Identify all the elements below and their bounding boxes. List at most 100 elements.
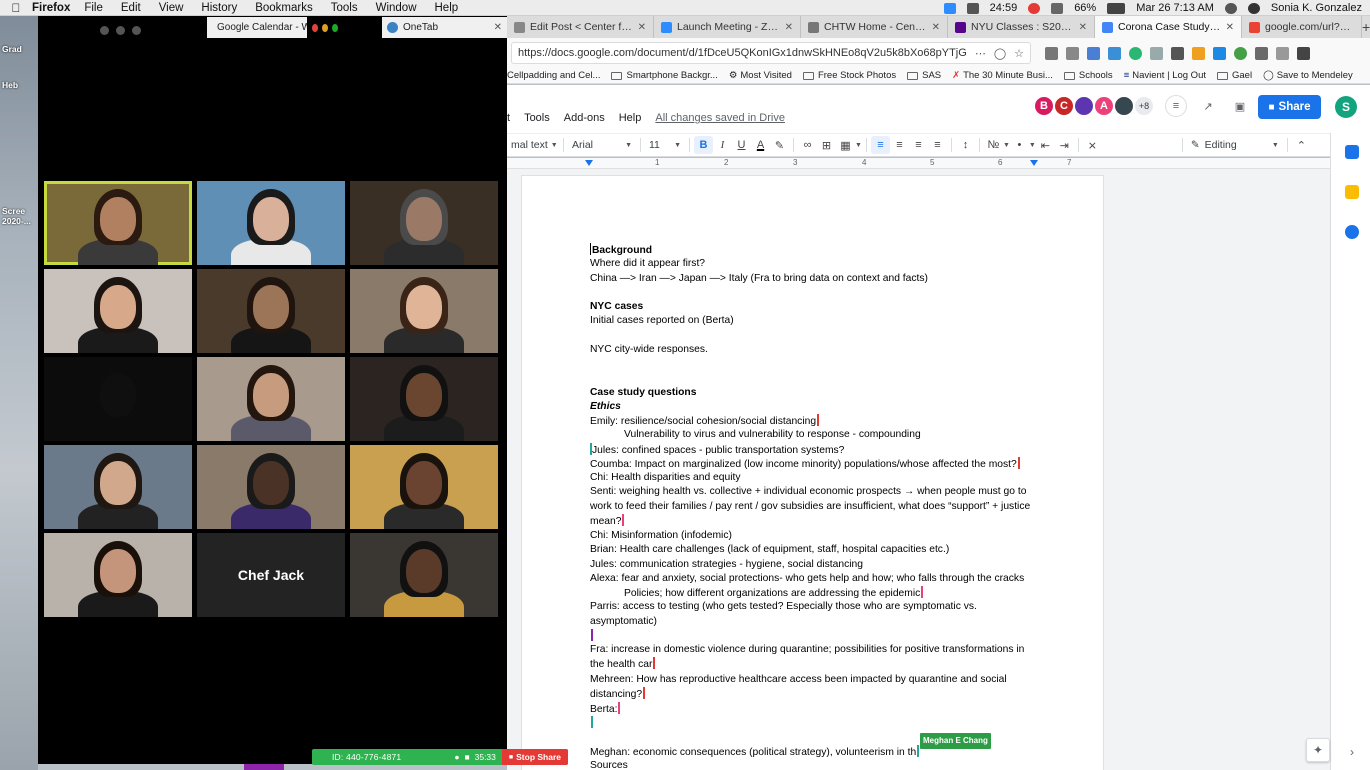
italic-icon[interactable]: I — [713, 136, 732, 154]
chevron-down-icon[interactable]: ▼ — [1029, 142, 1036, 149]
docs-menu-tools[interactable]: Tools — [524, 112, 550, 124]
lock-icon[interactable]: ■ — [464, 752, 469, 762]
document-line[interactable]: Chi: Health disparities and equity — [590, 471, 1040, 485]
avatar[interactable]: B — [1033, 95, 1055, 117]
tab-launch-meeting-zoom[interactable]: Launch Meeting - Zoom ✕ — [654, 16, 801, 38]
document-line[interactable]: Where did it appear first? — [590, 257, 1040, 271]
document-line[interactable]: Brian: Health care challenges (lack of e… — [590, 543, 1040, 557]
mic-icon[interactable]: ● — [454, 752, 459, 762]
numbered-list-icon[interactable]: № — [984, 136, 1003, 154]
stop-share-button[interactable]: ■ Stop Share — [501, 749, 568, 765]
desktop-label-heb[interactable]: Heb — [2, 80, 18, 90]
bookmark-free-stock-photos[interactable]: Free Stock Photos — [802, 70, 896, 81]
menu-history[interactable]: History — [201, 2, 237, 14]
document-line[interactable]: Senti: weighing health vs. collective + … — [590, 485, 1040, 529]
tab-close-icon[interactable]: ✕ — [1079, 22, 1087, 33]
battery-icon[interactable] — [1107, 2, 1126, 14]
tab-close-icon[interactable]: ✕ — [638, 22, 646, 33]
desktop-label-screenshot-date[interactable]: 2020-... — [2, 216, 31, 226]
participant-tile[interactable]: Chef Jack — [197, 533, 345, 617]
zoom-window-icon[interactable] — [132, 25, 141, 35]
apple-icon[interactable]:  — [0, 1, 32, 15]
text-color-icon[interactable]: A — [751, 136, 770, 154]
participant-tile[interactable] — [197, 269, 345, 353]
menu-bookmarks[interactable]: Bookmarks — [255, 2, 313, 14]
menu-window[interactable]: Window — [376, 2, 417, 14]
battery-percent[interactable]: 66% — [1074, 2, 1096, 14]
tab-close-icon[interactable]: ✕ — [494, 22, 502, 33]
participant-tile[interactable] — [44, 181, 192, 265]
editing-mode-select[interactable]: ✎ Editing ▼ — [1187, 133, 1283, 157]
tab-google-calendar[interactable]: Google Calendar - W — [207, 17, 307, 38]
blank-line[interactable] — [590, 329, 1040, 343]
menu-hamburger-icon[interactable] — [1297, 46, 1310, 60]
right-indent-marker-icon[interactable] — [1030, 160, 1038, 166]
url-bar[interactable]: https://docs.google.com/document/d/1fDce… — [511, 42, 1031, 64]
more-collaborators-badge[interactable]: +8 — [1133, 95, 1155, 117]
docs-menu-help[interactable]: Help — [619, 112, 642, 124]
bookmark-gael[interactable]: Gael — [1217, 70, 1252, 81]
extension-icon[interactable] — [1129, 46, 1142, 60]
document-line[interactable]: Meghan: economic consequences (political… — [590, 732, 1040, 759]
participant-tile[interactable] — [350, 269, 498, 353]
bookmark-smartphone-backgrounds[interactable]: Smartphone Backgr... — [611, 70, 718, 81]
indent-marker-icon[interactable] — [585, 160, 593, 166]
insert-image-icon[interactable]: ▦ — [836, 136, 855, 154]
blank-line[interactable] — [590, 371, 1040, 385]
tab-close-icon[interactable]: ✕ — [785, 22, 793, 33]
menu-file[interactable]: File — [84, 2, 103, 14]
user-icon[interactable] — [1247, 2, 1260, 14]
increase-indent-icon[interactable]: ⇥ — [1055, 136, 1074, 154]
document-line[interactable]: Ethics — [590, 400, 1040, 414]
document-line[interactable]: Policies; how different organizations ar… — [590, 586, 1040, 600]
desktop-label-screenshot[interactable]: Scree — [2, 206, 25, 216]
document-body[interactable]: Background Where did it appear first? Chin… — [590, 243, 1040, 770]
bulleted-list-icon[interactable]: • — [1010, 136, 1029, 154]
avatar[interactable]: C — [1053, 95, 1075, 117]
extension-icon[interactable] — [1192, 46, 1205, 60]
participant-tile[interactable] — [350, 445, 498, 529]
document-line[interactable]: NYC city-wide responses. — [590, 343, 1040, 357]
menu-view[interactable]: View — [159, 2, 184, 14]
document-line[interactable]: Vulnerability to virus and vulnerability… — [590, 428, 1040, 442]
tab-close-icon[interactable]: ✕ — [932, 22, 940, 33]
video-status-icon[interactable] — [966, 2, 979, 14]
blank-line[interactable] — [590, 716, 1040, 730]
participant-tile[interactable] — [44, 269, 192, 353]
participant-tile[interactable] — [350, 357, 498, 441]
document-line[interactable]: NYC cases — [590, 300, 1040, 314]
font-size-select[interactable]: 11 ▼ — [645, 133, 685, 157]
line-spacing-icon[interactable]: ↕ — [956, 136, 975, 154]
document-line[interactable]: Initial cases reported on (Berta) — [590, 314, 1040, 328]
clear-formatting-icon[interactable]: ⨯ — [1083, 136, 1102, 154]
clock-status-icon[interactable] — [1028, 2, 1041, 14]
participant-tile[interactable] — [350, 533, 498, 617]
share-button[interactable]: ■ Share — [1258, 95, 1321, 119]
keep-notes-icon[interactable] — [1345, 185, 1359, 199]
collapse-chevron-up-icon[interactable]: ⌃ — [1292, 136, 1311, 154]
clock-readout[interactable]: Mar 26 7:13 AM — [1136, 2, 1214, 14]
desktop-label-grad[interactable]: Grad — [2, 44, 22, 54]
minimize-window-icon[interactable] — [322, 23, 328, 32]
align-center-icon[interactable]: ≡ — [890, 136, 909, 154]
participant-tile[interactable] — [44, 357, 192, 441]
minimize-window-icon[interactable] — [116, 25, 125, 35]
chevron-down-icon[interactable]: ▼ — [1003, 142, 1010, 149]
blank-line[interactable] — [590, 286, 1040, 300]
document-line[interactable]: Sources — [590, 759, 1040, 770]
document-line[interactable]: Berta: — [590, 702, 1040, 716]
align-left-icon[interactable]: ≡ — [870, 136, 890, 154]
bookmark-navient[interactable]: ≡ Navient | Log Out — [1124, 70, 1206, 81]
document-line[interactable]: Mehreen: How has reproductive healthcare… — [590, 673, 1040, 703]
extension-icon[interactable] — [1171, 46, 1184, 60]
paragraph-style-select[interactable]: mal text ▼ — [507, 133, 559, 157]
document-page[interactable]: Background Where did it appear first? Chin… — [521, 175, 1104, 770]
bookmark-star-icon[interactable]: ☆ — [1014, 47, 1024, 60]
tab-nyu-classes[interactable]: NYU Classes : S2020, T ✕ — [948, 16, 1095, 38]
participant-tile[interactable] — [350, 181, 498, 265]
extension-icon[interactable] — [1087, 46, 1100, 60]
extension-icon[interactable] — [1276, 46, 1289, 60]
sidebar-icon[interactable] — [1066, 46, 1079, 60]
extension-icon[interactable] — [1255, 46, 1268, 60]
wifi-icon[interactable] — [1051, 2, 1064, 14]
